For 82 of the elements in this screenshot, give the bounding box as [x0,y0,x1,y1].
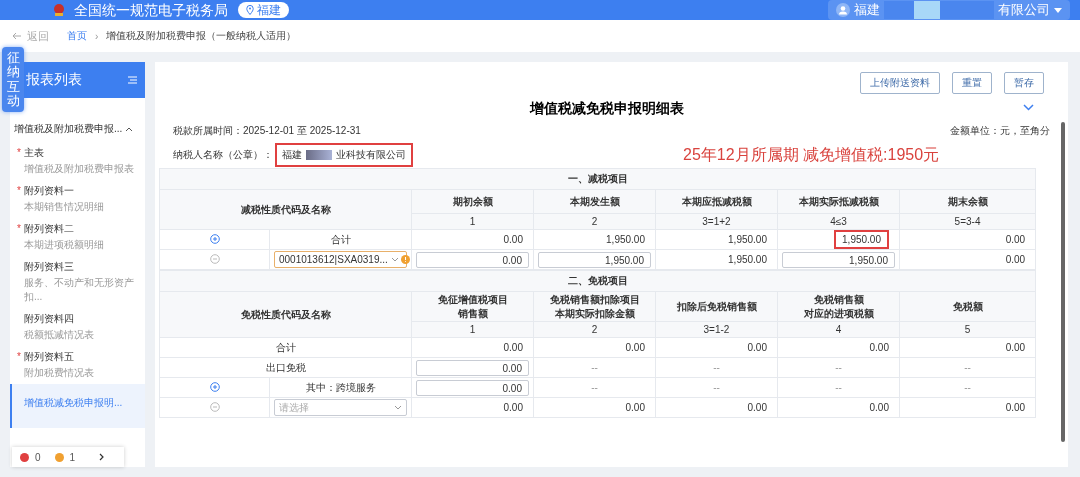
error-icon [20,452,29,462]
chevron-down-icon[interactable] [1023,104,1034,111]
breadcrumb: 增值税及附加税费申报（一般纳税人适用） [106,29,297,43]
location-icon [246,5,254,15]
column-header: 期末余额 [899,189,1036,214]
region-selector[interactable]: 福建 [238,2,289,18]
column-header: 扣除后免税销售额 [655,291,778,322]
sidebar-group[interactable]: 增值税及附加税费申报... [10,118,145,142]
sidebar-item[interactable]: 附列资料三 服务、不动产和无形资产扣... [10,256,145,308]
item-title: 附列资料三 [24,260,75,274]
sidebar-item[interactable]: * 附列资料二 本期进项税额明细 [10,218,145,256]
sidebar-item[interactable]: * 附列资料五 附加税费情况表 [10,346,145,384]
item-subtitle: 本期销售情况明细 [24,200,105,214]
emblem-icon [52,3,66,17]
annotation: 25年12月所属期 减免增值税:1950元 [683,144,940,165]
column-header: 免税销售额扣除项目 本期实际扣除金额 [533,291,656,322]
required-icon: * [17,185,21,196]
add-icon[interactable] [209,233,220,244]
item-title: 附列资料五 [24,350,75,364]
amount-unit: 金额单位：元，至角分 [950,124,1050,138]
avatar-icon [836,3,850,17]
taxpayer-name: 福建 业科技有限公司 [275,143,413,167]
item-title: 增值税减免税申报明... [24,396,124,410]
site-title: 全国统一规范电子税务局 [74,1,228,19]
required-icon: * [17,147,21,158]
section-title: 二、免税项目 [159,270,1036,292]
sidebar-title: 报表列表 [26,71,82,89]
caret-icon [1054,7,1062,13]
code-select[interactable]: 0001013612|SXA0319... [274,251,407,268]
column-header: 免税额 [899,291,1036,322]
item-subtitle: 附加税费情况表 [24,366,95,380]
sidebar-item[interactable]: 增值税减免税申报明... [10,384,145,428]
column-header: 本期应抵减税额 [655,189,778,214]
sidebar-item[interactable]: * 附列资料一 本期销售情况明细 [10,180,145,218]
column-header: 免税销售额 对应的进项税额 [777,291,900,322]
amount-input[interactable]: 0.00 [416,379,529,396]
section-title: 一、减税项目 [159,168,1036,190]
chevron-down-icon [390,257,399,262]
form-title: 增值税减免税申报明细表 [529,100,684,116]
add-icon[interactable] [209,381,220,392]
sidebar-item[interactable]: * 主表 增值税及附加税费申报表 [10,142,145,180]
column-header: 免征增值税项目 销售额 [411,291,534,322]
sidebar-item[interactable]: 附列资料四 税额抵减情况表 [10,308,145,346]
amount-input[interactable]: 0.00 [416,251,529,268]
item-subtitle: 服务、不动产和无形资产扣... [24,276,135,304]
side-tab[interactable]: 征纳互动 [2,47,24,113]
taxpayer-label: 纳税人名称（公章）： [173,148,273,162]
item-subtitle: 税额抵减情况表 [24,328,95,342]
column-header: 本期发生额 [533,189,656,214]
item-title: 主表 [24,146,45,160]
highlighted-amount: 1,950.00 [834,230,889,249]
chevron-down-icon [394,405,402,410]
column-header: 本期实际抵减税额 [777,189,900,214]
tax-period: 税款所属时间：2025-12-01 至 2025-12-31 [173,124,361,138]
row-label: 合计 [159,337,412,358]
item-title: 附列资料二 [24,222,75,236]
back-arrow-icon [12,32,22,40]
row-label: 出口免税 [159,357,412,378]
toolbar-button[interactable]: 上传附送资料 [860,72,940,94]
column-header: 免税性质代码及名称 [159,291,412,338]
amount-input[interactable]: 1,950.00 [782,251,895,268]
column-header: 期初余额 [411,189,534,214]
error-count: 0 [35,451,41,463]
amount-input[interactable]: 0.00 [416,359,529,376]
toolbar-button[interactable]: 暂存 [1004,72,1044,94]
item-title: 附列资料一 [24,184,75,198]
required-icon: * [17,351,21,362]
warning-icon [54,452,64,462]
item-title: 附列资料四 [24,312,75,326]
item-subtitle: 增值税及附加税费申报表 [24,162,135,176]
remove-icon[interactable] [209,253,220,264]
amount-input[interactable]: 1,950.00 [538,251,651,268]
separator-icon: › [95,30,99,42]
menu-icon[interactable] [128,76,137,84]
column-header: 减税性质代码及名称 [159,189,412,230]
breadcrumb[interactable]: 首页 [67,29,87,43]
item-subtitle: 本期进项税额明细 [24,238,105,252]
warning-count: 1 [69,451,76,463]
toolbar-button[interactable]: 重置 [952,72,992,94]
remove-icon[interactable] [209,401,220,412]
required-icon: * [17,223,21,234]
chevron-right-icon[interactable] [99,453,106,461]
